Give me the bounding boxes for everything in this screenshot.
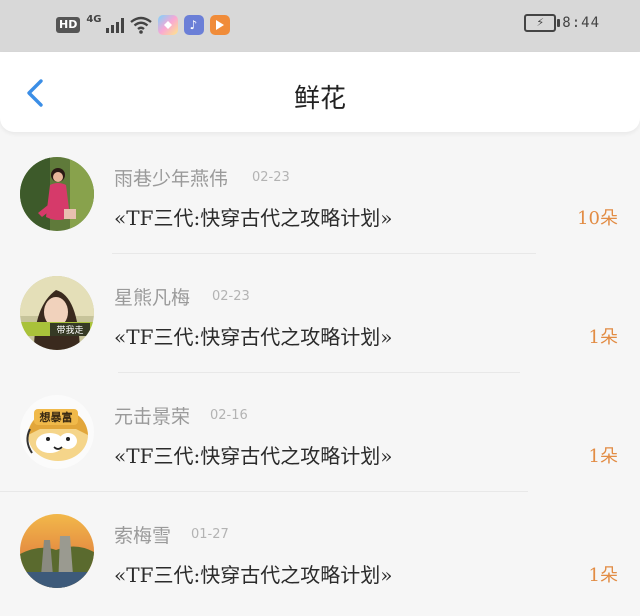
avatar[interactable]: 想暴富 <box>20 395 94 469</box>
signal-icon <box>105 17 124 33</box>
status-bar: HD 4G ♪ ⚡ 8:44 <box>0 0 640 52</box>
book-title[interactable]: «TF三代:快穿古代之攻略计划» <box>114 440 392 469</box>
status-left: HD 4G ♪ <box>56 12 230 38</box>
divider <box>112 253 536 254</box>
book-title[interactable]: «TF三代:快穿古代之攻略计划» <box>114 202 392 231</box>
wifi-icon <box>129 16 152 34</box>
battery-icon: ⚡ <box>524 14 561 32</box>
send-date: 01-27 <box>191 527 229 542</box>
divider <box>118 372 520 373</box>
divider <box>0 491 528 492</box>
avatar[interactable]: 带我走 <box>20 276 94 350</box>
sender-name: 索梅雪 <box>114 525 172 547</box>
avatar[interactable] <box>20 157 94 231</box>
app-icon-photos <box>157 15 178 35</box>
list-item[interactable]: 想暴富 元击景荣 02-16 «TF三代:快穿古代之攻略计划» 1朵 <box>0 378 640 497</box>
book-title[interactable]: «TF三代:快穿古代之攻略计划» <box>114 559 392 588</box>
nav-header: 鲜花 <box>0 52 640 132</box>
flower-count: 1朵 <box>588 327 618 348</box>
book-title[interactable]: «TF三代:快穿古代之攻略计划» <box>114 321 392 350</box>
sender-name: 元击景荣 <box>114 406 191 428</box>
flower-count: 10朵 <box>577 208 618 229</box>
avatar-caption: 想暴富 <box>39 410 73 424</box>
send-date: 02-23 <box>252 170 290 185</box>
list-item[interactable]: 带我走 星熊凡梅 02-23 «TF三代:快穿古代之攻略计划» 1朵 <box>0 259 640 378</box>
avatar[interactable] <box>20 514 94 588</box>
sender-name: 星熊凡梅 <box>114 287 191 309</box>
clock: 8:44 <box>562 15 600 31</box>
hd-badge: HD <box>56 17 81 33</box>
flower-count: 1朵 <box>588 446 618 467</box>
send-date: 02-23 <box>212 289 250 304</box>
app-icon-music: ♪ <box>183 15 204 35</box>
send-date: 02-16 <box>210 408 248 423</box>
app-icon-video <box>209 15 230 35</box>
network-type: 4G <box>86 13 102 25</box>
page-title: 鲜花 <box>293 84 346 114</box>
status-right: ⚡ 8:44 <box>524 14 600 32</box>
list-item[interactable]: 索梅雪 01-27 «TF三代:快穿古代之攻略计划» 1朵 <box>0 497 640 616</box>
flower-list: 雨巷少年燕伟 02-23 «TF三代:快穿古代之攻略计划» 10朵 带我走 星熊… <box>0 140 640 616</box>
list-item[interactable]: 雨巷少年燕伟 02-23 «TF三代:快穿古代之攻略计划» 10朵 <box>0 140 640 259</box>
sender-name: 雨巷少年燕伟 <box>114 168 229 190</box>
flower-count: 1朵 <box>588 565 618 586</box>
avatar-caption: 带我走 <box>56 325 83 336</box>
